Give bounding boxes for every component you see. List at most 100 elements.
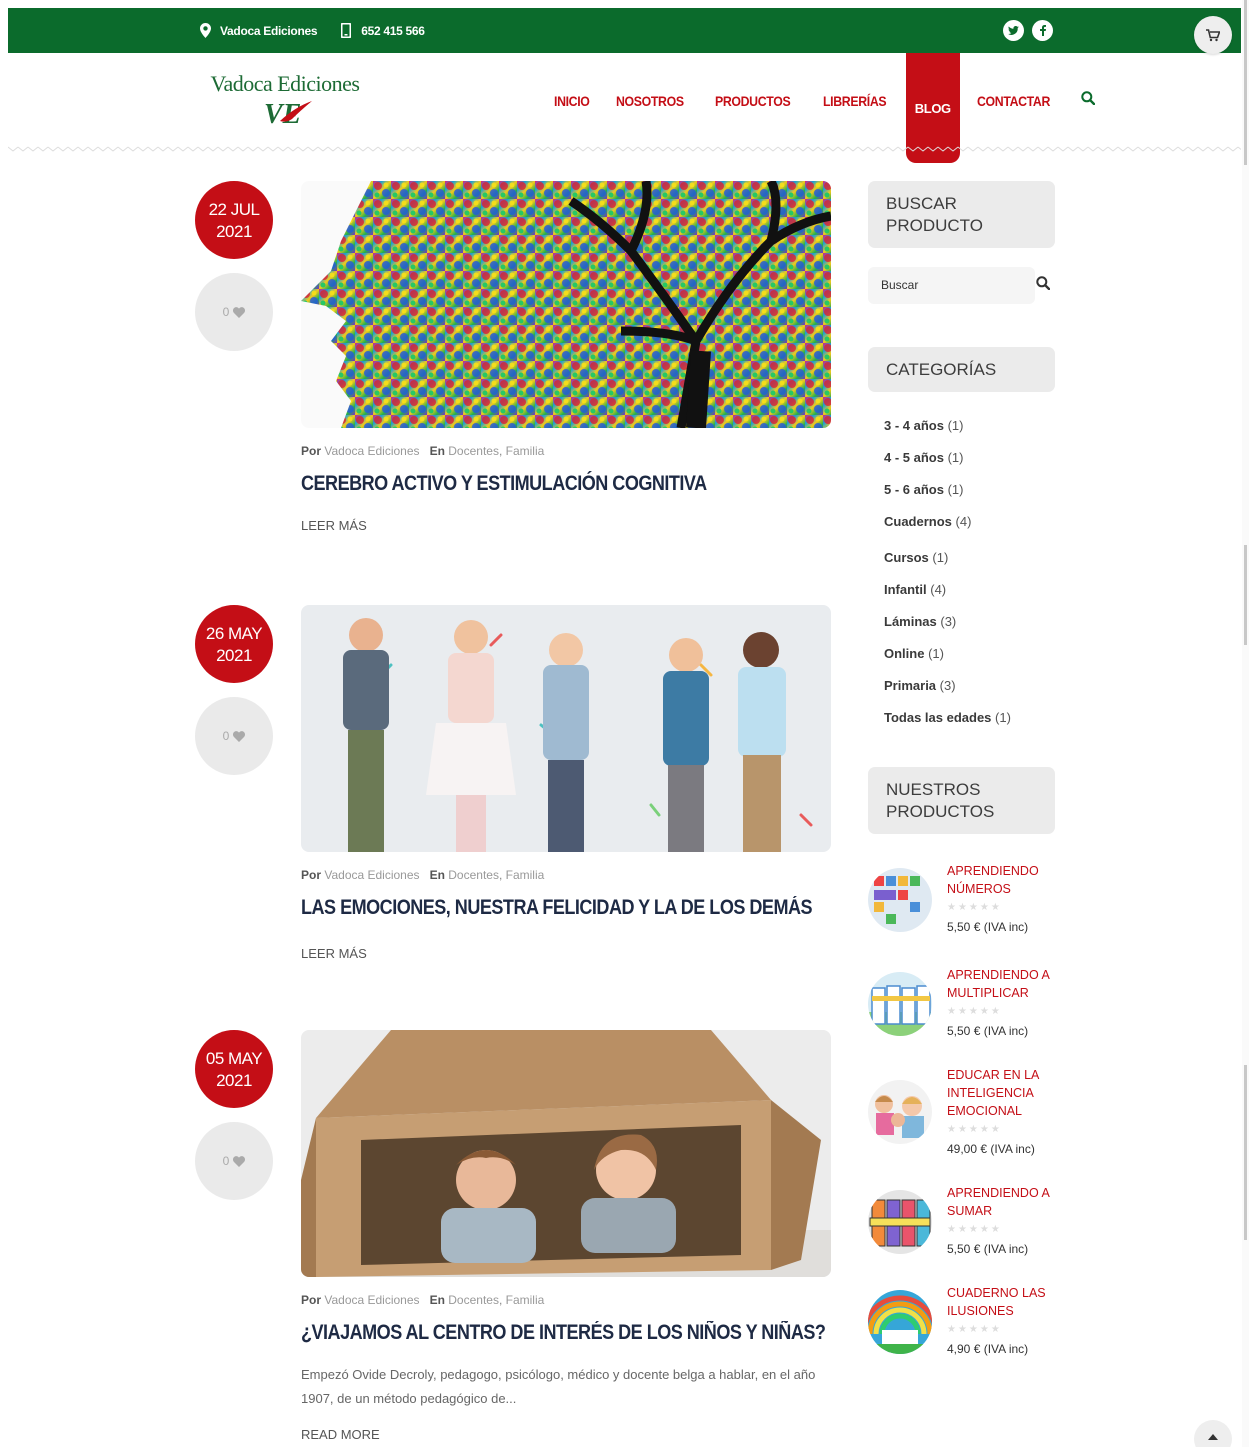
category-item[interactable]: 4 - 5 años (1) <box>884 450 963 465</box>
heart-icon <box>233 730 246 742</box>
heart-icon <box>233 1155 246 1167</box>
back-to-top-button[interactable] <box>1194 1420 1232 1447</box>
search-icon[interactable] <box>1036 276 1051 295</box>
by-label: Por <box>301 868 322 882</box>
post-date-badge: 26 MAY 2021 <box>195 605 273 683</box>
nav-nosotros[interactable]: NOSOTROS <box>616 93 684 109</box>
read-more-link[interactable]: READ MORE <box>301 1427 380 1442</box>
post-title[interactable]: CEREBRO ACTIVO Y ESTIMULACIÓN COGNITIVA <box>301 472 707 496</box>
post-year: 2021 <box>216 222 252 241</box>
shopping-cart-icon <box>1206 28 1220 41</box>
post-category[interactable]: Familia <box>506 444 545 458</box>
category-item[interactable]: 5 - 6 años (1) <box>884 482 963 497</box>
star-rating: ★★★★★ <box>947 1006 1002 1017</box>
post-title[interactable]: ¿VIAJAMOS AL CENTRO DE INTERÉS DE LOS NI… <box>301 1321 826 1345</box>
post-category[interactable]: Docentes <box>448 868 499 882</box>
category-item[interactable]: 3 - 4 años (1) <box>884 418 963 433</box>
post-image-colorful-brain-tree[interactable] <box>301 181 831 428</box>
post-category[interactable]: Familia <box>506 868 545 882</box>
product-name[interactable]: APRENDIENDO NÚMEROS <box>947 862 1057 898</box>
product-price: 49,00 € (IVA inc) <box>947 1142 1035 1156</box>
chevron-up-icon <box>1208 1434 1218 1440</box>
like-button[interactable]: 0 <box>195 273 273 351</box>
product-price: 5,50 € (IVA inc) <box>947 1024 1029 1038</box>
post-category[interactable]: Familia <box>506 1293 545 1307</box>
category-item[interactable]: Cuadernos (4) <box>884 514 971 529</box>
category-item[interactable]: Cursos (1) <box>884 550 948 565</box>
product-thumbnail[interactable] <box>868 868 932 932</box>
social-links <box>1003 20 1053 41</box>
page-scrollbar[interactable] <box>1242 0 1249 1447</box>
star-rating: ★★★★★ <box>947 1324 1002 1335</box>
category-item[interactable]: Láminas (3) <box>884 614 956 629</box>
in-label: En <box>429 1293 445 1307</box>
product-price: 5,50 € (IVA inc) <box>947 1242 1029 1256</box>
star-rating: ★★★★★ <box>947 1124 1002 1135</box>
heart-icon <box>233 306 246 318</box>
post-category[interactable]: Docentes <box>448 444 499 458</box>
categories-widget-title: CATEGORÍAS <box>868 347 1055 392</box>
phone-number[interactable]: 652 415 566 <box>361 24 425 38</box>
product-thumbnail[interactable] <box>868 1190 932 1254</box>
read-more-link[interactable]: LEER MÁS <box>301 946 367 961</box>
post-image-kids-in-cardboard-box[interactable] <box>301 1030 831 1277</box>
post-day-month: 05 MAY <box>205 1049 263 1068</box>
post-excerpt: Empezó Ovide Decroly, pedagogo, psicólog… <box>301 1367 816 1406</box>
product-price: 5,50 € (IVA inc) <box>947 920 1029 934</box>
read-more-link[interactable]: LEER MÁS <box>301 518 367 533</box>
category-item[interactable]: Todas las edades (1) <box>884 710 1011 725</box>
like-button[interactable]: 0 <box>195 1122 273 1200</box>
blog-post: 05 MAY 2021 0 Por Vadoca Ediciones En Do… <box>195 1030 835 1447</box>
post-year: 2021 <box>216 646 252 665</box>
location-pin-icon <box>198 23 212 39</box>
product-name[interactable]: EDUCAR EN LA INTELIGENCIA EMOCIONAL <box>947 1066 1057 1120</box>
logo-ve-mark: VE <box>264 99 312 129</box>
nav-inicio[interactable]: INICIO <box>554 93 590 109</box>
twitter-icon[interactable] <box>1003 20 1024 41</box>
product-name[interactable]: APRENDIENDO A MULTIPLICAR <box>947 966 1057 1002</box>
post-date-badge: 22 JUL 2021 <box>195 181 273 259</box>
post-meta: Por Vadoca Ediciones En Docentes, Famili… <box>301 1293 545 1307</box>
company-name: Vadoca Ediciones <box>220 23 318 38</box>
mobile-phone-icon <box>339 23 353 39</box>
post-title[interactable]: LAS EMOCIONES, NUESTRA FELICIDAD Y LA DE… <box>301 896 813 920</box>
post-day-month: 26 MAY <box>205 624 263 643</box>
post-author[interactable]: Vadoca Ediciones <box>324 1293 419 1307</box>
by-label: Por <box>301 1293 322 1307</box>
facebook-icon[interactable] <box>1032 20 1053 41</box>
blog-post: 22 JUL 2021 0 Por Vadoca Ediciones En Do… <box>195 181 835 541</box>
product-name[interactable]: CUADERNO LAS ILUSIONES <box>947 1284 1057 1320</box>
like-button[interactable]: 0 <box>195 697 273 775</box>
post-image-kids-making-faces[interactable] <box>301 605 831 852</box>
category-item[interactable]: Infantil (4) <box>884 582 946 597</box>
nav-productos[interactable]: PRODUCTOS <box>715 93 791 109</box>
product-thumbnail[interactable] <box>868 1290 932 1354</box>
category-item[interactable]: Primaria (3) <box>884 678 956 693</box>
search-icon[interactable] <box>1081 91 1095 110</box>
in-label: En <box>429 868 445 882</box>
product-name[interactable]: APRENDIENDO A SUMAR <box>947 1184 1057 1220</box>
post-category[interactable]: Docentes <box>448 1293 499 1307</box>
post-date-badge: 05 MAY 2021 <box>195 1030 273 1108</box>
product-price: 4,90 € (IVA inc) <box>947 1342 1029 1356</box>
search-input[interactable]: Buscar <box>868 267 1035 304</box>
blog-post: 26 MAY 2021 0 Por Vadoca Ediciones En Do… <box>195 605 835 965</box>
product-thumbnail[interactable] <box>868 1080 932 1144</box>
site-logo[interactable]: Vadoca Ediciones VE <box>210 71 361 129</box>
nav-librerias[interactable]: LIBRERÍAS <box>823 93 887 109</box>
category-item[interactable]: Online (1) <box>884 646 944 661</box>
star-rating: ★★★★★ <box>947 902 1002 913</box>
post-meta: Por Vadoca Ediciones En Docentes, Famili… <box>301 444 545 458</box>
header-zigzag-divider <box>8 140 1241 154</box>
cart-button[interactable] <box>1194 16 1232 54</box>
nav-contactar[interactable]: CONTACTAR <box>977 93 1050 109</box>
logo-text: Vadoca Ediciones <box>210 71 361 96</box>
post-author[interactable]: Vadoca Ediciones <box>324 868 419 882</box>
post-year: 2021 <box>216 1071 252 1090</box>
site-header: Vadoca Ediciones VE INICIO NOSOTROS PROD… <box>8 53 1241 163</box>
post-author[interactable]: Vadoca Ediciones <box>324 444 419 458</box>
products-widget-title: NUESTROS PRODUCTOS <box>868 767 1055 834</box>
product-thumbnail[interactable] <box>868 972 932 1036</box>
like-count: 0 <box>222 305 230 319</box>
post-meta: Por Vadoca Ediciones En Docentes, Famili… <box>301 868 545 882</box>
